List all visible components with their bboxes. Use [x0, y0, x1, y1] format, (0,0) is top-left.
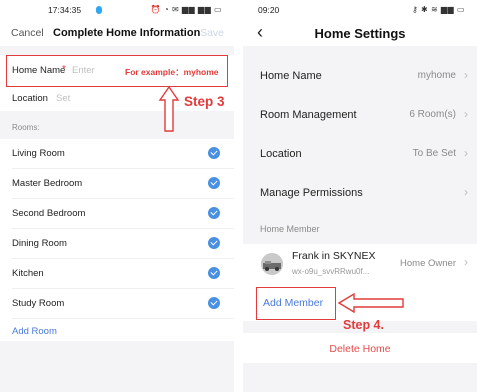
room-row[interactable]: Master Bedroom — [0, 169, 234, 198]
location-value: To Be Set — [412, 148, 456, 159]
checkmark-icon[interactable] — [208, 207, 220, 219]
left-arrow-annotation-icon — [338, 293, 404, 313]
manage-permissions-row[interactable]: Manage Permissions › — [243, 175, 477, 213]
home-name-label: Home Name — [260, 70, 322, 82]
rooms-list: Living Room Master Bedroom Second Bedroo… — [0, 139, 234, 341]
status-bar: 17:34:35 ⏰ ◔ ✉ ▆▆ ▆▆ ▭ — [0, 0, 234, 20]
room-management-row[interactable]: Room Management 6 Room(s) › — [243, 97, 477, 135]
save-button[interactable]: Save — [200, 27, 224, 39]
notification-dot-icon — [96, 6, 102, 14]
room-management-label: Room Management — [260, 109, 357, 121]
room-label: Study Room — [12, 298, 65, 309]
nav-header: ‹ Home Settings — [243, 20, 477, 46]
chevron-right-icon: › — [464, 107, 468, 121]
step-3-label: Step 3 — [184, 94, 225, 109]
location-label: Location — [12, 93, 48, 104]
chevron-right-icon: › — [464, 68, 468, 82]
home-member-header: Home Member — [260, 224, 320, 234]
room-label: Second Bedroom — [12, 208, 86, 219]
manage-permissions-label: Manage Permissions — [260, 187, 363, 199]
status-icons: ⚷ ✱ ≋ ▆▆ ▭ — [411, 5, 465, 14]
location-row[interactable]: Location To Be Set › — [243, 136, 477, 174]
home-name-value: myhome — [417, 70, 456, 81]
add-member-highlight — [256, 287, 336, 320]
chevron-right-icon: › — [464, 185, 468, 199]
avatar — [261, 253, 283, 275]
room-label: Kitchen — [12, 268, 44, 279]
divider — [12, 318, 234, 319]
member-row[interactable]: Frank in SKYNEX wx-o9u_svvRRwu0f... Home… — [243, 244, 477, 284]
page-title: Home Settings — [314, 26, 406, 41]
rooms-header: Rooms: — [12, 123, 40, 132]
room-label: Dining Room — [12, 238, 67, 249]
status-bar: 09:20 ⚷ ✱ ≋ ▆▆ ▭ — [243, 0, 477, 20]
page-title: Complete Home Information — [53, 27, 201, 39]
nav-header: Cancel Complete Home Information Save — [0, 20, 234, 46]
location-input[interactable]: Set — [56, 93, 70, 104]
room-label: Master Bedroom — [12, 178, 83, 189]
checkmark-icon[interactable] — [208, 147, 220, 159]
checkmark-icon[interactable] — [208, 267, 220, 279]
checkmark-icon[interactable] — [208, 237, 220, 249]
room-row[interactable]: Study Room — [0, 289, 234, 318]
room-row[interactable]: Kitchen — [0, 259, 234, 288]
checkmark-icon[interactable] — [208, 297, 220, 309]
room-row[interactable]: Living Room — [0, 139, 234, 168]
complete-home-info-screen: 17:34:35 ⏰ ◔ ✉ ▆▆ ▆▆ ▭ Cancel Complete H… — [0, 0, 234, 392]
up-arrow-annotation-icon — [158, 86, 180, 132]
delete-home-row[interactable]: Delete Home — [243, 333, 477, 363]
member-name: Frank in SKYNEX — [292, 250, 376, 262]
status-icons: ⏰ ◔ ✉ ▆▆ ▆▆ ▭ — [150, 5, 222, 14]
home-name-highlight — [6, 55, 228, 87]
room-count-value: 6 Room(s) — [409, 109, 456, 120]
chevron-right-icon: › — [464, 255, 468, 269]
status-time: 09:20 — [258, 5, 280, 15]
checkmark-icon[interactable] — [208, 177, 220, 189]
member-id: wx-o9u_svvRRwu0f... — [292, 267, 370, 276]
chevron-right-icon: › — [464, 146, 468, 160]
room-row[interactable]: Dining Room — [0, 229, 234, 258]
status-time: 17:34:35 — [48, 5, 82, 15]
member-role: Home Owner — [400, 258, 456, 269]
room-row[interactable]: Second Bedroom — [0, 199, 234, 228]
add-room-button[interactable]: Add Room — [12, 326, 57, 337]
home-settings-screen: 09:20 ⚷ ✱ ≋ ▆▆ ▭ ‹ Home Settings Home Na… — [243, 0, 477, 392]
cancel-button[interactable]: Cancel — [11, 27, 44, 39]
step-4-label: Step 4. — [343, 318, 384, 332]
location-label: Location — [260, 148, 302, 160]
home-name-row[interactable]: Home Name myhome › — [243, 58, 477, 96]
room-label: Living Room — [12, 148, 65, 159]
delete-home-button[interactable]: Delete Home — [243, 343, 477, 355]
